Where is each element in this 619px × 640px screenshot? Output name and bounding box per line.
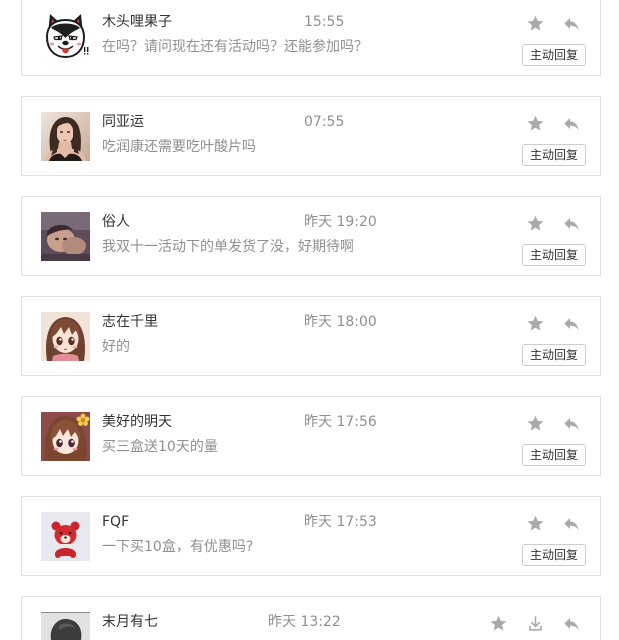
message-time: 昨天 13:22 bbox=[268, 614, 341, 630]
message-text: 买三盒送10天的量 bbox=[102, 439, 218, 455]
proactive-reply-button[interactable]: 主动回复 bbox=[522, 44, 586, 66]
message-text: 一下买10盒，有优惠吗? bbox=[102, 539, 254, 555]
reply-icon[interactable] bbox=[562, 14, 581, 33]
star-icon[interactable] bbox=[526, 214, 545, 233]
message-card: 俗人 昨天 19:20 我双十一活动下的单发货了没，好期待啊 主动回复 bbox=[21, 196, 601, 276]
avatar[interactable] bbox=[41, 112, 90, 161]
sender-name[interactable]: 木头哩果子 bbox=[102, 12, 172, 32]
avatar[interactable] bbox=[41, 612, 90, 640]
message-card: 末月有七 昨天 13:22 bbox=[21, 596, 601, 640]
star-icon[interactable] bbox=[489, 614, 508, 633]
message-card: 同亚运 07:55 吃润康还需要吃叶酸片吗 主动回复 bbox=[21, 96, 601, 176]
message-card: FQF 昨天 17:53 一下买10盒，有优惠吗? 主动回复 bbox=[21, 496, 601, 576]
reply-icon[interactable] bbox=[562, 214, 581, 233]
message-text: 我双十一活动下的单发货了没，好期待啊 bbox=[102, 239, 354, 255]
reply-icon[interactable] bbox=[562, 514, 581, 533]
reply-icon[interactable] bbox=[562, 614, 581, 633]
message-text: 吃润康还需要吃叶酸片吗 bbox=[102, 139, 256, 155]
sender-name[interactable]: FQF bbox=[102, 512, 129, 532]
message-time: 昨天 17:56 bbox=[304, 414, 377, 430]
message-time: 昨天 17:53 bbox=[304, 514, 377, 530]
message-time: 07:55 bbox=[304, 114, 345, 130]
avatar[interactable] bbox=[41, 412, 90, 461]
download-icon[interactable] bbox=[526, 614, 545, 633]
message-time: 昨天 19:20 bbox=[304, 214, 377, 230]
proactive-reply-button[interactable]: 主动回复 bbox=[522, 144, 586, 166]
star-icon[interactable] bbox=[526, 414, 545, 433]
message-text: 在吗？请问现在还有活动吗？还能参加吗？ bbox=[102, 39, 368, 55]
sender-name[interactable]: 志在千里 bbox=[102, 312, 158, 332]
star-icon[interactable] bbox=[526, 114, 545, 133]
proactive-reply-button[interactable]: 主动回复 bbox=[522, 244, 586, 266]
reply-icon[interactable] bbox=[562, 114, 581, 133]
message-time: 15:55 bbox=[304, 14, 345, 30]
message-text: 好的 bbox=[102, 339, 130, 355]
sender-name[interactable]: 俗人 bbox=[102, 212, 130, 232]
avatar[interactable] bbox=[41, 512, 90, 561]
message-card: 美好的明天 昨天 17:56 买三盒送10天的量 主动回复 bbox=[21, 396, 601, 476]
avatar[interactable] bbox=[41, 312, 90, 361]
proactive-reply-button[interactable]: 主动回复 bbox=[522, 444, 586, 466]
sender-name[interactable]: 美好的明天 bbox=[102, 412, 172, 432]
proactive-reply-button[interactable]: 主动回复 bbox=[522, 544, 586, 566]
sender-name[interactable]: 末月有七 bbox=[102, 612, 158, 632]
proactive-reply-button[interactable]: 主动回复 bbox=[522, 344, 586, 366]
message-card: 木头哩果子 15:55 在吗？请问现在还有活动吗？还能参加吗？ 主动回复 bbox=[21, 0, 601, 76]
message-time: 昨天 18:00 bbox=[304, 314, 377, 330]
avatar[interactable] bbox=[41, 12, 90, 61]
sender-name[interactable]: 同亚运 bbox=[102, 112, 144, 132]
star-icon[interactable] bbox=[526, 514, 545, 533]
star-icon[interactable] bbox=[526, 14, 545, 33]
reply-icon[interactable] bbox=[562, 414, 581, 433]
avatar[interactable] bbox=[41, 212, 90, 261]
message-card: 志在千里 昨天 18:00 好的 主动回复 bbox=[21, 296, 601, 376]
star-icon[interactable] bbox=[526, 314, 545, 333]
reply-icon[interactable] bbox=[562, 314, 581, 333]
